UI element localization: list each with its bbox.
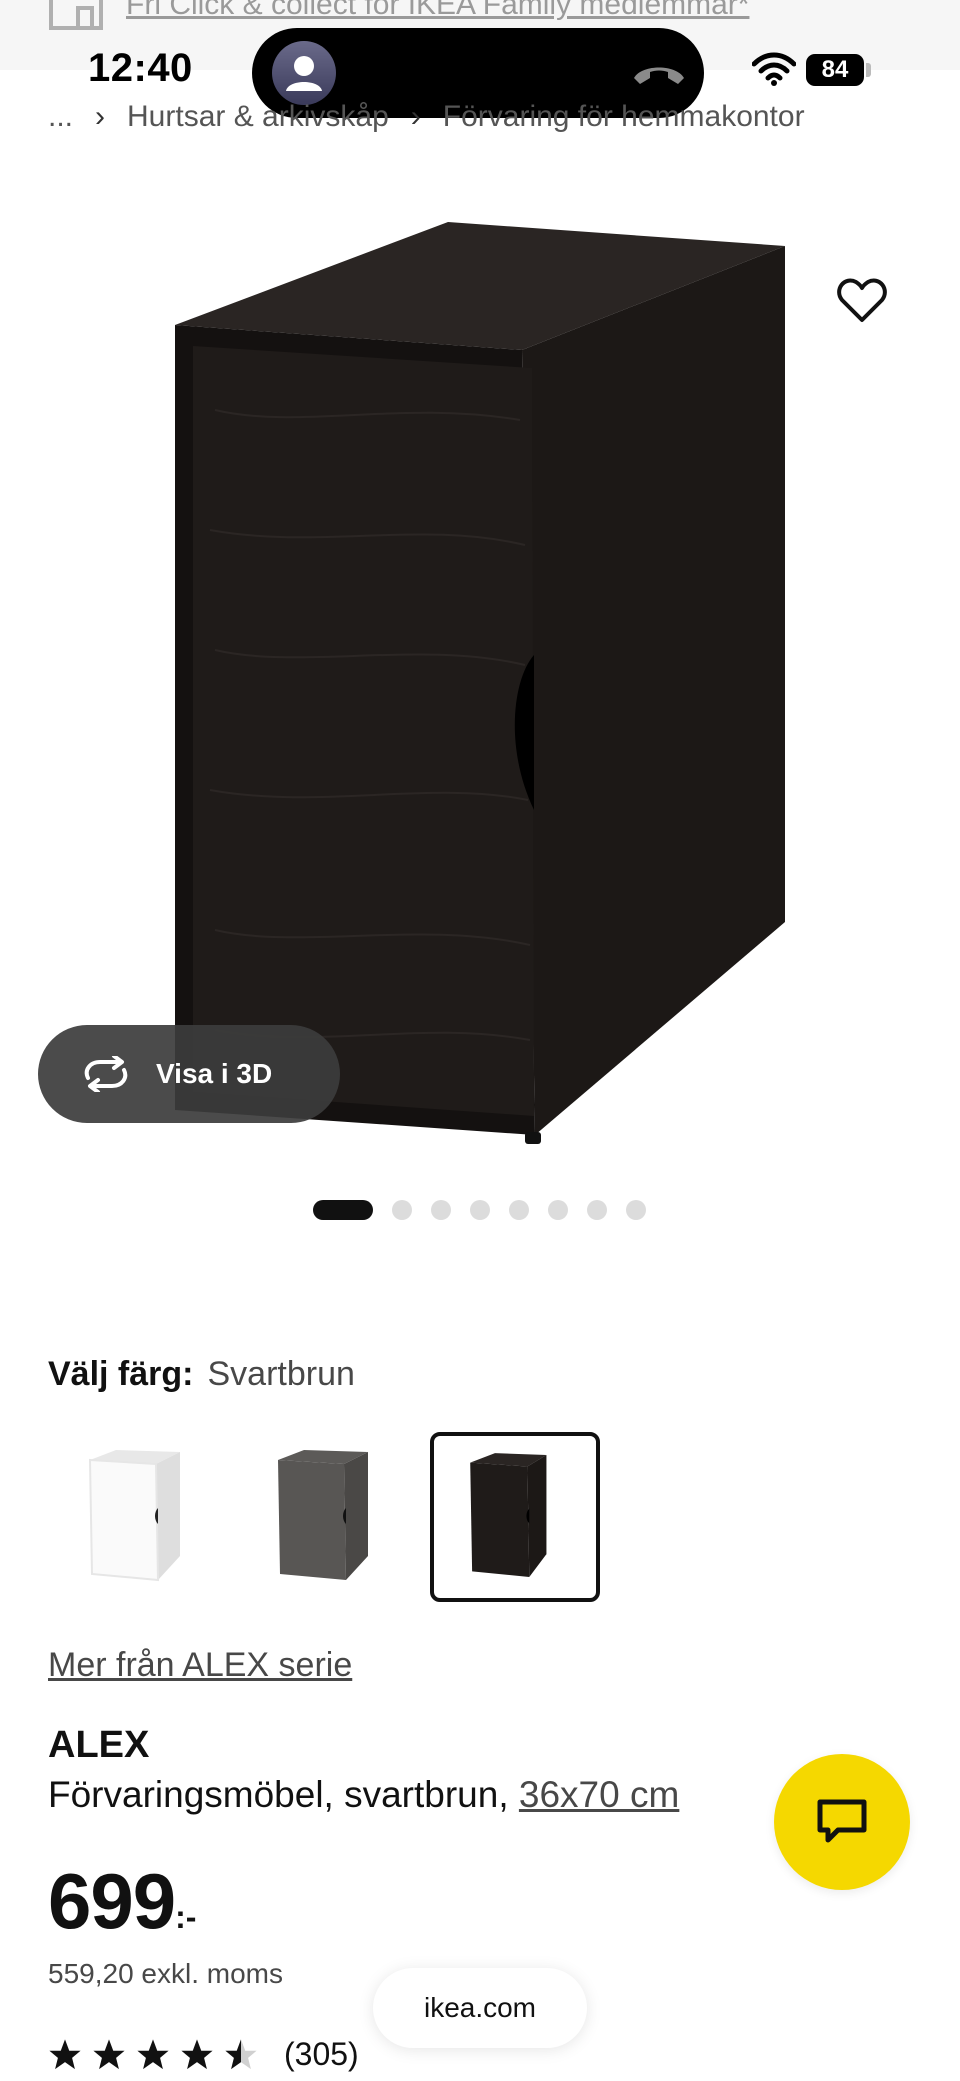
image-carousel-dots bbox=[313, 1200, 665, 1220]
star-half-icon bbox=[225, 2038, 257, 2069]
breadcrumb: ... › Hurtsar & arkivskåp › Förvaring fö… bbox=[48, 100, 805, 134]
color-swatch-white[interactable] bbox=[72, 1432, 242, 1602]
color-label: Välj färg: bbox=[48, 1355, 194, 1393]
black-brown-cabinet-thumbnail bbox=[470, 1453, 547, 1578]
breadcrumb-ellipsis[interactable]: ... bbox=[48, 100, 73, 134]
rating-count: (305) bbox=[284, 2036, 359, 2072]
price-integer: 699 bbox=[48, 1857, 176, 1945]
price-suffix: :- bbox=[175, 1899, 197, 1935]
star-full-icon bbox=[137, 2038, 169, 2069]
carousel-dot[interactable] bbox=[470, 1200, 490, 1220]
carousel-dot-active[interactable] bbox=[313, 1200, 373, 1220]
battery-indicator: 84 bbox=[806, 54, 864, 86]
status-time: 12:40 bbox=[88, 46, 193, 90]
product-description: Förvaringsmöbel, svartbrun, 36x70 cm bbox=[48, 1774, 679, 1816]
browser-url-pill[interactable]: ikea.com bbox=[373, 1968, 587, 2048]
product-size-link[interactable]: 36x70 cm bbox=[519, 1774, 679, 1815]
color-value: Svartbrun bbox=[207, 1355, 355, 1393]
color-swatch-grey[interactable] bbox=[260, 1432, 430, 1602]
product-description-text: Förvaringsmöbel, svartbrun, bbox=[48, 1774, 519, 1815]
chevron-right-icon: › bbox=[95, 100, 106, 133]
grey-cabinet-thumbnail bbox=[278, 1450, 368, 1580]
chat-button[interactable] bbox=[774, 1754, 910, 1890]
product-price: 699:- bbox=[48, 1856, 196, 1947]
carousel-dot[interactable] bbox=[431, 1200, 451, 1220]
product-name: ALEX bbox=[48, 1724, 150, 1766]
rating[interactable]: (305) bbox=[48, 2036, 359, 2073]
phone-hangup-icon bbox=[634, 67, 684, 84]
product-image[interactable] bbox=[0, 150, 960, 1170]
view-in-3d-button[interactable]: Visa i 3D bbox=[38, 1025, 340, 1123]
carousel-dot[interactable] bbox=[626, 1200, 646, 1220]
battery-tip bbox=[866, 63, 871, 77]
wifi-icon bbox=[752, 52, 796, 86]
rotate-3d-icon bbox=[84, 1056, 128, 1092]
breadcrumb-item[interactable]: Hurtsar & arkivskåp bbox=[127, 100, 389, 134]
price-excl-vat: 559,20 exkl. moms bbox=[48, 1958, 283, 1989]
carousel-dot[interactable] bbox=[509, 1200, 529, 1220]
carousel-dot[interactable] bbox=[548, 1200, 568, 1220]
series-link[interactable]: Mer från ALEX serie bbox=[48, 1646, 352, 1685]
breadcrumb-item[interactable]: Förvaring för hemmakontor bbox=[443, 100, 805, 134]
star-full-icon bbox=[93, 2038, 125, 2069]
white-cabinet-thumbnail bbox=[88, 1450, 180, 1582]
color-swatch-black-brown[interactable] bbox=[430, 1432, 600, 1602]
view-in-3d-label: Visa i 3D bbox=[156, 1058, 273, 1089]
color-selector-label: Välj färg: Svartbrun bbox=[48, 1355, 355, 1394]
promo-link[interactable]: Fri Click & collect för IKEA Family medl… bbox=[126, 0, 749, 22]
chevron-right-icon: › bbox=[410, 100, 421, 133]
carousel-dot[interactable] bbox=[587, 1200, 607, 1220]
carousel-dot[interactable] bbox=[392, 1200, 412, 1220]
star-full-icon bbox=[49, 2038, 81, 2069]
chat-bubble-icon bbox=[817, 1799, 867, 1843]
caller-avatar-icon bbox=[272, 41, 336, 105]
star-full-icon bbox=[181, 2038, 213, 2069]
favorite-heart-icon[interactable] bbox=[836, 274, 888, 326]
store-icon bbox=[49, 0, 103, 30]
